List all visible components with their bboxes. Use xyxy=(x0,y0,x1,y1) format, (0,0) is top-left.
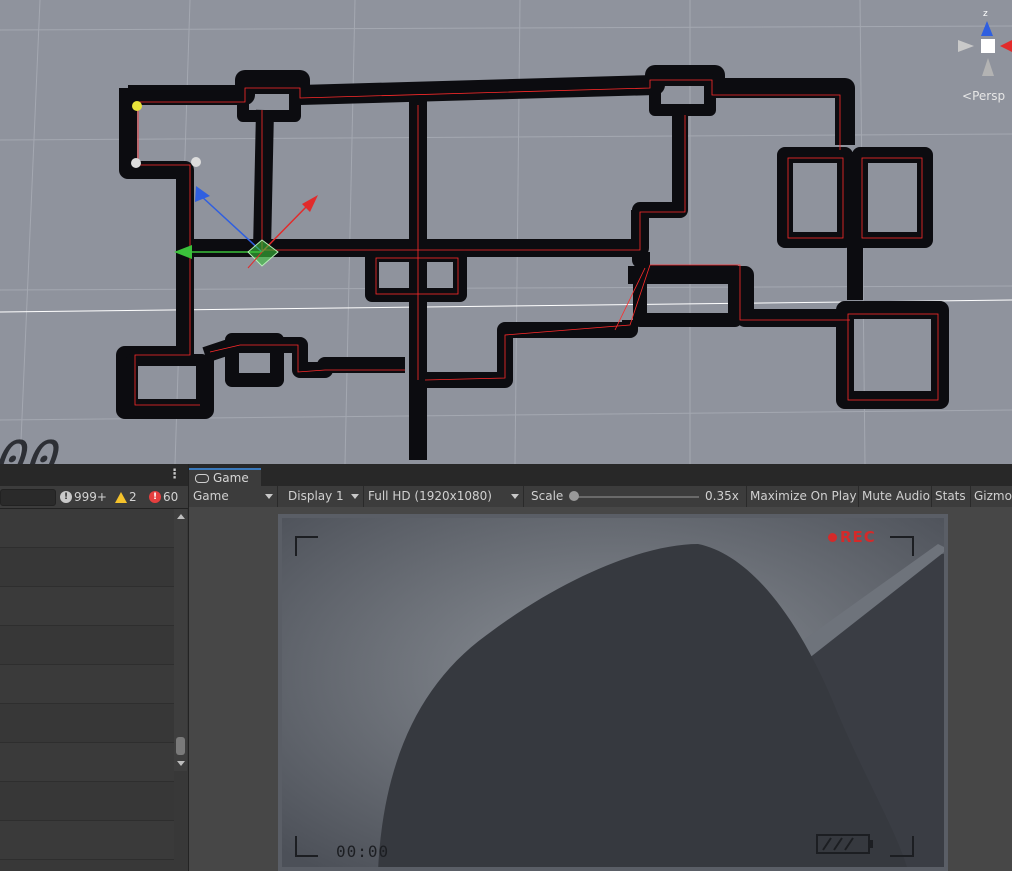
waypoint-marker[interactable] xyxy=(191,157,201,167)
console-tab-strip: ⋮ xyxy=(0,464,188,486)
chevron-down-icon xyxy=(351,494,359,499)
list-item[interactable] xyxy=(0,743,174,782)
console-toolbar: ! 999+ 2 ! 60 xyxy=(0,486,188,509)
scale-slider-handle[interactable] xyxy=(569,491,579,501)
scale-label: Scale xyxy=(531,489,564,503)
axis-neg-y-cone[interactable] xyxy=(982,58,994,76)
display-dropdown[interactable]: Display 1 xyxy=(284,486,364,507)
maze-level[interactable] xyxy=(116,65,949,460)
warning-count-toggle[interactable]: 2 xyxy=(115,489,137,505)
stats-button[interactable]: Stats xyxy=(931,486,969,507)
resolution-dropdown[interactable]: Full HD (1920x1080) xyxy=(364,486,524,507)
scene-view[interactable]: z 00:00 <Persp xyxy=(0,0,1012,464)
chevron-down-icon xyxy=(511,494,519,499)
gamepad-icon xyxy=(195,473,209,483)
tab-game-label: Game xyxy=(213,471,249,485)
camera-render xyxy=(278,514,948,871)
list-item[interactable] xyxy=(0,509,174,548)
ground-overlay-text: 00:00 xyxy=(0,430,70,464)
info-icon: ! xyxy=(60,491,72,503)
list-item[interactable] xyxy=(0,548,174,587)
chevron-down-icon xyxy=(265,494,273,499)
game-view: Game Game Display 1 Full HD (1920x1080) … xyxy=(189,464,1012,871)
warning-count: 2 xyxy=(129,490,137,504)
display-mode-value: Game xyxy=(193,489,229,503)
mute-audio-button[interactable]: Mute Audio xyxy=(858,486,933,507)
axis-z-cone[interactable] xyxy=(981,21,993,36)
display-mode-dropdown[interactable]: Game xyxy=(189,486,278,507)
info-count: 999+ xyxy=(74,490,107,504)
camera-timecode: 00:00 xyxy=(336,842,390,861)
waypoint-marker[interactable] xyxy=(131,158,141,168)
rec-indicator: REC xyxy=(828,528,876,546)
list-item[interactable] xyxy=(0,587,174,626)
record-dot-icon xyxy=(828,532,837,542)
console-scrollbar[interactable] xyxy=(174,509,187,771)
scale-value: 0.35x xyxy=(705,489,739,503)
list-item[interactable] xyxy=(0,782,174,821)
axis-center-cube[interactable] xyxy=(981,39,995,53)
list-item[interactable] xyxy=(0,704,174,743)
info-count-toggle[interactable]: ! 999+ xyxy=(60,489,107,505)
rec-label: REC xyxy=(840,528,876,546)
axis-x-cone[interactable] xyxy=(1000,40,1012,52)
resolution-value: Full HD (1920x1080) xyxy=(368,489,492,503)
console-log-list[interactable] xyxy=(0,509,174,871)
orientation-gizmo[interactable]: z xyxy=(958,9,1012,76)
gizmos-button[interactable]: Gizmos xyxy=(970,486,1012,507)
scrollbar-thumb[interactable] xyxy=(176,737,185,755)
console-panel: ⋮ ! 999+ 2 ! 60 xyxy=(0,464,189,871)
gizmo-z-handle[interactable] xyxy=(195,186,210,202)
scroll-up-icon[interactable] xyxy=(177,514,185,519)
list-item[interactable] xyxy=(0,665,174,704)
camera-scene xyxy=(278,514,948,871)
game-toolbar: Game Display 1 Full HD (1920x1080) Scale… xyxy=(189,486,1012,508)
list-item[interactable] xyxy=(0,821,174,860)
list-item[interactable] xyxy=(0,626,174,665)
more-menu-icon[interactable]: ⋮ xyxy=(168,467,181,482)
console-search-input[interactable] xyxy=(0,489,56,506)
axis-z-label: z xyxy=(983,9,988,19)
error-count-toggle[interactable]: ! 60 xyxy=(149,489,178,505)
perspective-label: Persp xyxy=(972,89,1006,103)
display-value: Display 1 xyxy=(288,489,344,503)
waypoint-marker[interactable] xyxy=(132,101,142,111)
warning-icon xyxy=(115,491,127,503)
tab-game[interactable]: Game xyxy=(189,468,261,486)
scroll-down-icon[interactable] xyxy=(177,761,185,766)
scene-canvas[interactable]: z 00:00 xyxy=(0,0,1012,464)
chevron-left-icon: < xyxy=(962,89,973,103)
error-icon: ! xyxy=(149,491,161,503)
maximize-on-play-button[interactable]: Maximize On Play xyxy=(746,486,860,507)
axis-neg-x-cone[interactable] xyxy=(958,40,974,52)
error-count: 60 xyxy=(163,490,179,504)
scale-slider-track[interactable] xyxy=(575,496,699,498)
game-tab-strip: Game xyxy=(189,464,1012,486)
perspective-toggle[interactable]: <Persp xyxy=(962,89,1005,103)
